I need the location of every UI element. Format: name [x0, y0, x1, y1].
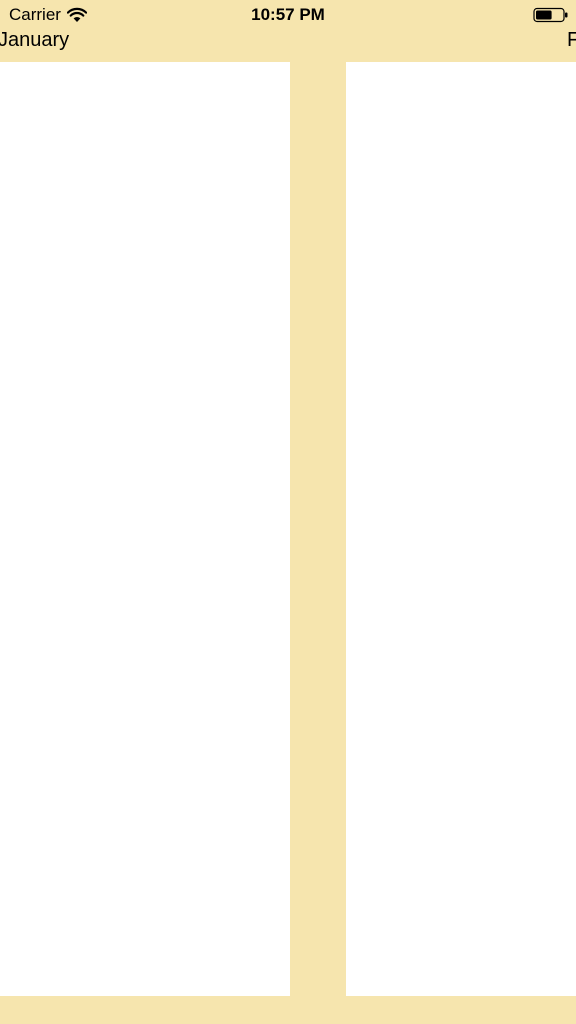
current-month-label: January — [0, 29, 70, 51]
battery-icon — [533, 7, 568, 23]
next-month-page[interactable] — [346, 62, 576, 996]
next-month-label: F — [567, 29, 576, 51]
status-time: 10:57 PM — [251, 5, 325, 24]
current-month-page[interactable] — [0, 62, 290, 996]
status-bar: Carrier 10:57 PM — [0, 0, 576, 30]
bottom-band — [0, 996, 576, 1024]
